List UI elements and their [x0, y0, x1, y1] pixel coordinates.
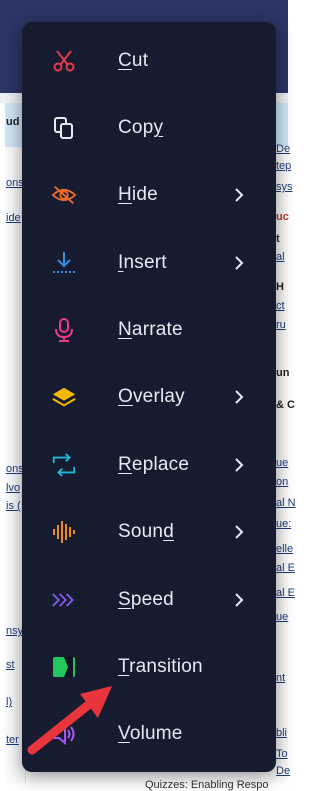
microphone-icon — [51, 317, 77, 343]
menu-item-speed[interactable]: Speed — [22, 570, 276, 630]
menu-item-label: Sound — [118, 521, 174, 542]
chevron-right-icon — [235, 593, 244, 607]
replace-icon — [51, 452, 77, 478]
right-snippet[interactable]: nt — [276, 672, 285, 684]
copy-icon — [51, 115, 77, 141]
menu-item-hide[interactable]: Hide — [22, 165, 276, 225]
chevron-right-icon — [235, 256, 244, 270]
right-snippet[interactable]: ue: — [276, 518, 291, 530]
menu-item-label: Speed — [118, 589, 174, 610]
right-snippet[interactable]: ru — [276, 319, 286, 331]
right-snippet[interactable]: al E — [276, 587, 295, 599]
chevron-right-icon — [235, 390, 244, 404]
right-snippet: sys — [276, 181, 293, 193]
menu-item-label: Replace — [118, 454, 190, 475]
menu-item-label: Insert — [118, 252, 167, 273]
chevron-right-icon — [235, 458, 244, 472]
right-snippet[interactable]: ue — [276, 457, 288, 469]
right-snippet: uc — [276, 211, 289, 223]
left-snippet[interactable]: nsy — [6, 625, 23, 637]
right-snippet: un — [276, 367, 290, 379]
left-snippet[interactable]: lvo — [6, 482, 20, 494]
right-snippet[interactable]: al N — [276, 497, 296, 509]
right-snippet[interactable]: on — [276, 476, 288, 488]
eye-off-icon — [51, 182, 77, 208]
right-snippet[interactable]: ue — [276, 611, 288, 623]
right-snippet[interactable]: ct — [276, 300, 285, 312]
menu-item-label: Narrate — [118, 319, 183, 340]
right-snippet[interactable]: To — [276, 748, 288, 760]
right-snippet: & C — [276, 399, 295, 411]
menu-item-label: Transition — [118, 656, 203, 677]
insert-icon — [51, 250, 77, 276]
menu-item-insert[interactable]: Insert — [22, 233, 276, 293]
right-snippet: H — [276, 281, 284, 293]
chevron-right-icon — [235, 188, 244, 202]
menu-item-overlay[interactable]: Overlay — [22, 367, 276, 427]
volume-icon — [51, 721, 77, 747]
context-menu: Cut Copy Hide Insert Narrate Overlay Rep… — [22, 22, 276, 772]
transition-icon — [51, 654, 77, 680]
menu-item-label: Overlay — [118, 386, 185, 407]
left-snippet[interactable]: ter — [6, 734, 19, 746]
soundwave-icon — [51, 519, 77, 545]
menu-item-narrate[interactable]: Narrate — [22, 300, 276, 360]
right-snippet: t — [276, 233, 280, 245]
menu-item-volume[interactable]: Volume — [22, 704, 276, 764]
menu-item-transition[interactable]: Transition — [22, 637, 276, 697]
right-snippet[interactable]: al — [276, 251, 285, 263]
menu-item-label: Cut — [118, 50, 149, 71]
right-snippet[interactable]: al E — [276, 562, 295, 574]
right-snippet[interactable]: tep — [276, 160, 291, 172]
left-snippet: ud — [6, 116, 20, 128]
right-snippet[interactable]: De — [276, 765, 290, 777]
bottom-snippet[interactable]: Quizzes: Enabling Respo — [145, 779, 269, 791]
menu-item-label: Copy — [118, 117, 164, 138]
scissors-icon — [51, 48, 77, 74]
right-snippet[interactable]: De — [276, 143, 290, 155]
layers-icon — [51, 384, 77, 410]
left-snippet[interactable]: l) — [6, 696, 12, 708]
left-snippet[interactable]: is ( — [6, 500, 21, 512]
menu-item-cut[interactable]: Cut — [22, 31, 276, 91]
menu-item-copy[interactable]: Copy — [22, 98, 276, 158]
chevron-right-icon — [235, 525, 244, 539]
menu-item-label: Hide — [118, 184, 158, 205]
right-snippet[interactable]: bli — [276, 727, 287, 739]
menu-item-replace[interactable]: Replace — [22, 435, 276, 495]
left-snippet[interactable]: st — [6, 659, 15, 671]
menu-item-sound[interactable]: Sound — [22, 502, 276, 562]
menu-item-label: Volume — [118, 723, 183, 744]
speed-icon — [51, 587, 77, 613]
right-snippet[interactable]: elle — [276, 543, 293, 555]
left-snippet[interactable]: ide — [6, 212, 21, 224]
